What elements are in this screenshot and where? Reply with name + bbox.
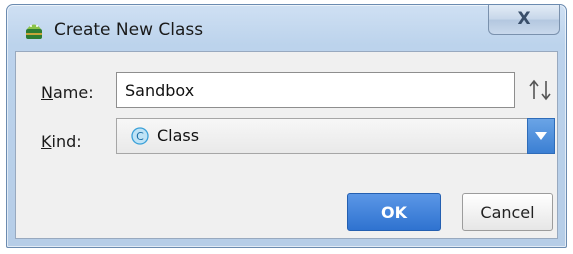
title-bar[interactable]: Create New Class X xyxy=(7,5,566,49)
dialog-title: Create New Class xyxy=(54,20,204,40)
dropdown-toggle[interactable] xyxy=(527,118,555,154)
kind-label-text: ind: xyxy=(51,132,82,151)
name-label-mnemonic: N xyxy=(41,83,53,102)
class-icon: C xyxy=(131,127,149,145)
ok-button[interactable]: OK xyxy=(347,193,441,231)
kind-selected-value: Class xyxy=(157,126,200,145)
name-input[interactable] xyxy=(116,72,515,108)
cancel-button[interactable]: Cancel xyxy=(462,193,553,231)
dialog-body: Name: Kind: C Class OK Canc xyxy=(15,51,558,239)
android-icon xyxy=(24,20,44,40)
close-button[interactable]: X xyxy=(488,5,560,35)
kind-label: Kind: xyxy=(41,132,82,152)
name-label: Name: xyxy=(41,83,94,103)
class-icon-letter: C xyxy=(136,130,144,143)
name-label-text: ame: xyxy=(52,83,94,102)
close-icon: X xyxy=(517,9,531,29)
chevron-down-icon xyxy=(535,132,547,140)
kind-select[interactable]: C Class xyxy=(116,118,555,154)
kind-label-mnemonic: K xyxy=(41,132,52,151)
sort-arrows-icon[interactable] xyxy=(527,79,553,101)
create-new-class-dialog: Create New Class X Name: Kind: C Class xyxy=(6,4,567,248)
